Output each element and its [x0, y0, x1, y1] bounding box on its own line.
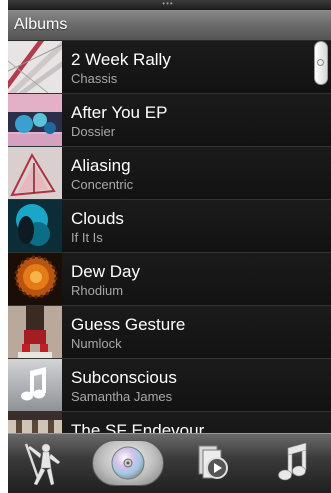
- tab-artists[interactable]: [8, 434, 88, 493]
- album-title: Subconscious: [71, 368, 177, 387]
- album-artist: Chassis: [71, 71, 118, 86]
- album-art: [8, 306, 62, 358]
- album-title: 2 Week Rally: [71, 50, 171, 69]
- album-art: [8, 200, 62, 252]
- album-title: Guess Gesture: [71, 315, 186, 334]
- tab-albums[interactable]: [88, 434, 168, 493]
- album-row[interactable]: After You EP Dossier: [8, 94, 331, 147]
- album-row[interactable]: 2 Week Rally Chassis: [8, 41, 331, 94]
- album-disc-icon: [111, 446, 145, 480]
- scroll-grip-icon: [317, 59, 324, 66]
- music-app: ••• Albums 2 Week Rally Chassis After Yo…: [8, 0, 331, 493]
- album-artist: Dossier: [71, 124, 116, 139]
- grip-dots-icon: •••: [162, 0, 174, 8]
- album-row[interactable]: The SF Endevour: [8, 412, 331, 433]
- playlist-icon: [198, 445, 228, 479]
- album-row[interactable]: Guess Gesture Numlock: [8, 306, 331, 359]
- artist-icon: [24, 443, 61, 486]
- album-artist: Samantha James: [71, 389, 173, 404]
- bottom-tab-bar: [8, 433, 331, 493]
- album-art: [8, 412, 62, 433]
- album-title: After You EP: [71, 103, 168, 122]
- album-artist: Concentric: [71, 177, 134, 192]
- albums-header: Albums: [8, 10, 331, 41]
- album-art: [8, 253, 62, 305]
- music-note-icon: [278, 442, 307, 481]
- album-artist: Rhodium: [71, 283, 124, 298]
- album-art: [8, 147, 62, 199]
- album-row[interactable]: Aliasing Concentric: [8, 147, 331, 200]
- tab-songs[interactable]: [253, 434, 331, 493]
- album-title: Dew Day: [71, 262, 140, 281]
- scroll-handle[interactable]: [314, 41, 328, 85]
- album-artist: If It Is: [71, 230, 103, 245]
- page-title: Albums: [14, 16, 68, 33]
- top-grip[interactable]: •••: [8, 0, 331, 10]
- album-artist: Numlock: [71, 336, 122, 351]
- album-art: [8, 41, 62, 93]
- album-list[interactable]: 2 Week Rally Chassis After You EP Dossie…: [8, 41, 331, 433]
- album-art: [8, 359, 62, 411]
- tab-playlists[interactable]: [173, 434, 253, 493]
- album-title: Clouds: [71, 209, 124, 228]
- album-title: Aliasing: [71, 156, 131, 175]
- album-row[interactable]: Dew Day Rhodium: [8, 253, 331, 306]
- album-art: [8, 94, 62, 146]
- album-row[interactable]: Clouds If It Is: [8, 200, 331, 253]
- album-row[interactable]: Subconscious Samantha James: [8, 359, 331, 412]
- album-title: The SF Endevour: [71, 421, 205, 433]
